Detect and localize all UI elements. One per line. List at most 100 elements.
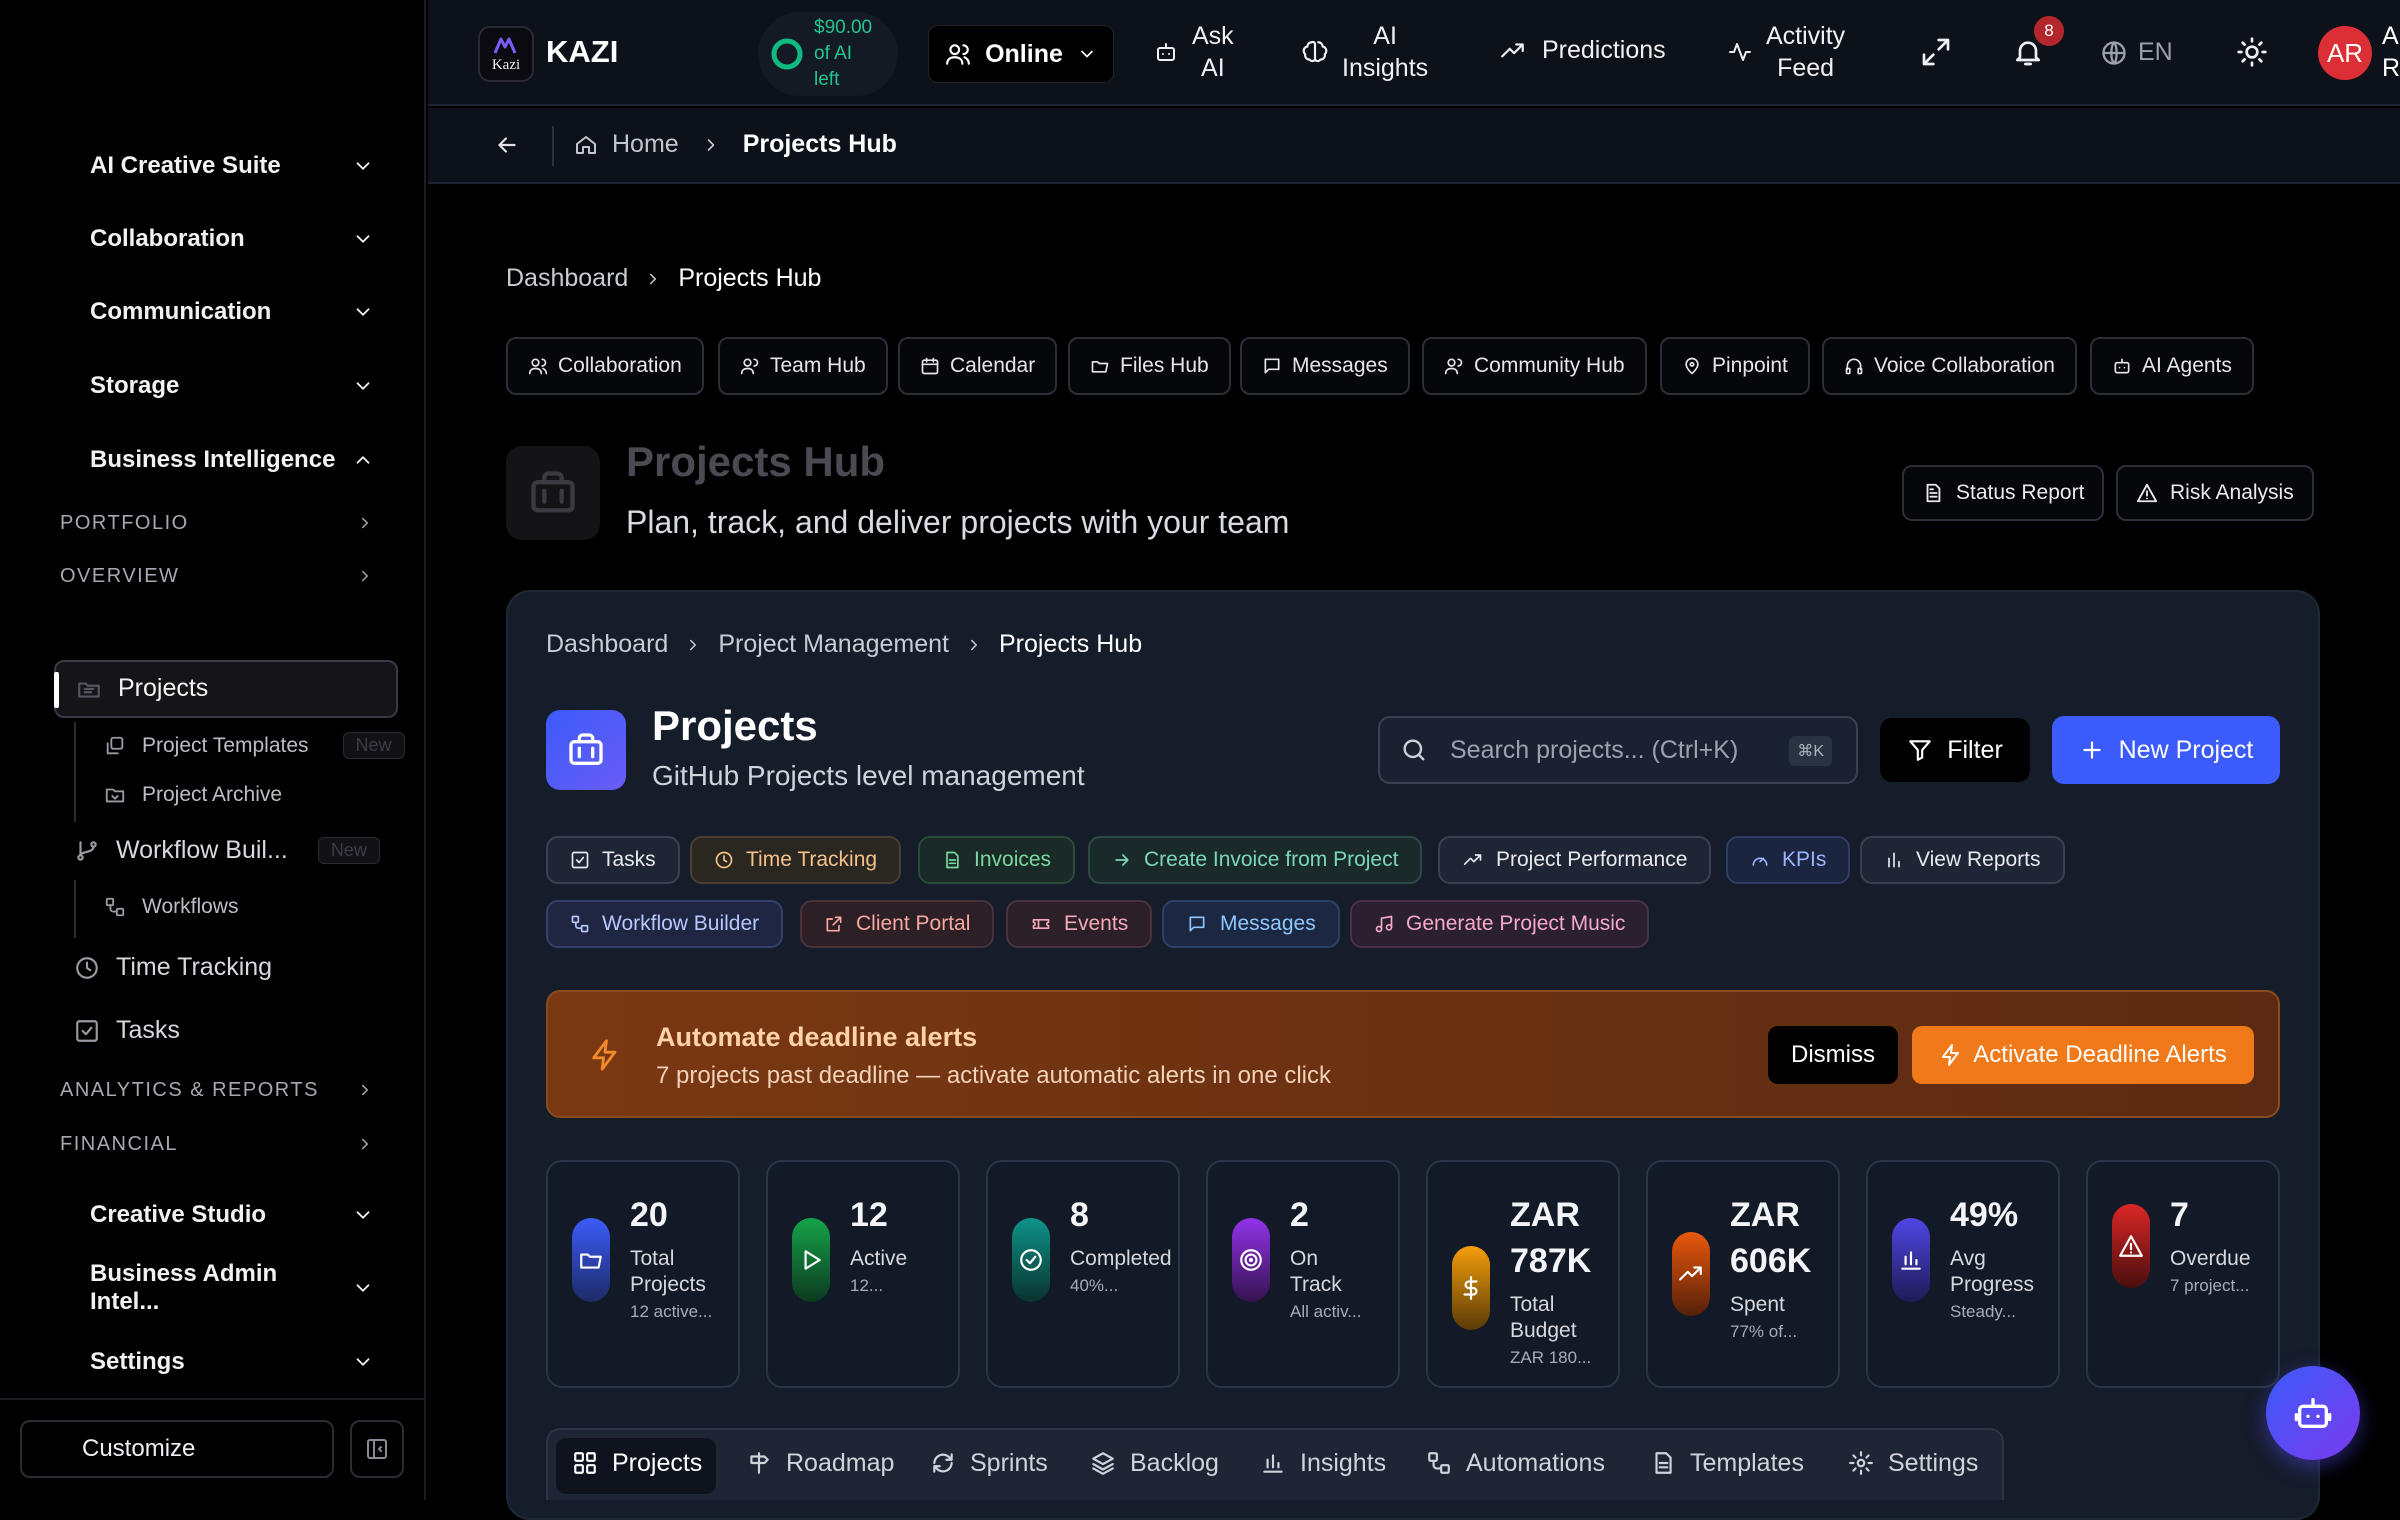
sidebar-group-creative-studio[interactable]: Creative Studio [90,1195,374,1235]
stat-card-total-budget[interactable]: ZAR 787K Total Budget ZAR 180... [1426,1160,1620,1388]
ai-assistant-fab[interactable] [2266,1366,2360,1460]
projects-logo [546,710,626,790]
collapse-sidebar-button[interactable] [350,1420,404,1478]
sidebar-item-workflows[interactable]: Workflows [104,895,238,919]
theme-toggle[interactable] [2236,36,2268,68]
risk-analysis-button[interactable]: Risk Analysis [2116,465,2314,521]
chip-calendar[interactable]: Calendar [898,337,1057,395]
sidebar-section-analytics[interactable]: ANALYTICS & REPORTS [60,1072,374,1108]
ai-credits-indicator[interactable]: $90.00 of AI left [758,12,898,96]
tab-projects[interactable]: Projects [556,1432,718,1494]
chip-label: Messages [1292,354,1388,378]
status-dropdown[interactable]: Online [928,25,1114,83]
back-button[interactable] [494,132,520,158]
pill-view-reports[interactable]: View Reports [1860,836,2065,884]
notifications-button[interactable]: 8 [2012,36,2044,68]
sidebar-group-storage[interactable]: Storage [90,366,374,406]
user-name[interactable]: A R [2382,20,2400,84]
panel-title: Projects [652,702,818,750]
pill-kpis[interactable]: KPIs [1726,836,1850,884]
pill-messages[interactable]: Messages [1162,900,1340,948]
sidebar-item-project-templates[interactable]: Project Templates New [104,732,405,759]
pill-tasks[interactable]: Tasks [546,836,680,884]
sidebar-group-collaboration[interactable]: Collaboration [90,219,374,259]
status-report-button[interactable]: Status Report [1902,465,2104,521]
language-selector[interactable]: EN [2100,38,2173,67]
git-branch-icon [74,838,100,864]
activate-alerts-button[interactable]: Activate Deadline Alerts [1912,1026,2254,1084]
pill-workflow-builder[interactable]: Workflow Builder [546,900,783,948]
pill-client-portal[interactable]: Client Portal [800,900,994,948]
chip-team-hub[interactable]: Team Hub [718,337,888,395]
predictions-button[interactable]: Predictions [1498,36,1666,65]
breadcrumb-dashboard-link[interactable]: Dashboard [506,264,628,293]
tab-templates[interactable]: Templates [1634,1432,1820,1494]
sidebar-item-tasks[interactable]: Tasks [74,1016,180,1045]
tab-sprints[interactable]: Sprints [914,1432,1064,1494]
dismiss-button[interactable]: Dismiss [1768,1026,1898,1084]
users-icon [945,41,971,67]
stat-card-completed[interactable]: 8 Completed 40%... [986,1160,1180,1388]
chip-messages[interactable]: Messages [1240,337,1410,395]
stat-card-overdue[interactable]: 7 Overdue 7 project... [2086,1160,2280,1388]
stat-card-on-track[interactable]: 2 On Track All activ... [1206,1160,1400,1388]
pill-time-tracking[interactable]: Time Tracking [690,836,901,884]
pill-invoices[interactable]: Invoices [918,836,1075,884]
shortcut-hint: ⌘K [1789,736,1832,766]
sidebar-section-financial[interactable]: FINANCIAL [60,1126,374,1162]
page-header-icon [506,446,600,540]
sidebar-item-projects[interactable]: Projects [54,660,398,718]
chip-files-hub[interactable]: Files Hub [1068,337,1231,395]
sidebar-group-communication[interactable]: Communication [90,292,374,332]
breadcrumb-dashboard-link[interactable]: Dashboard [546,630,668,659]
app-logo[interactable]: Kazi [478,26,534,82]
stat-card-spent[interactable]: ZAR 606K Spent 77% of... [1646,1160,1840,1388]
chip-community-hub[interactable]: Community Hub [1422,337,1647,395]
breadcrumb-project-management-link[interactable]: Project Management [718,630,949,659]
tab-automations[interactable]: Automations [1410,1432,1621,1494]
ai-insights-button[interactable]: AI Insights [1302,20,1428,84]
filter-button[interactable]: Filter [1880,718,2030,782]
stat-card-total-projects[interactable]: 20 Total Projects 12 active... [546,1160,740,1388]
tab-insights[interactable]: Insights [1244,1432,1402,1494]
sidebar-section-overview[interactable]: OVERVIEW [60,558,374,594]
tab-backlog[interactable]: Backlog [1074,1432,1235,1494]
chip-collaboration[interactable]: Collaboration [506,337,704,395]
user-avatar[interactable]: AR [2318,26,2372,80]
tab-settings[interactable]: Settings [1832,1432,1994,1494]
stat-card-avg-progress[interactable]: 49% Avg Progress Steady... [1866,1160,2060,1388]
sidebar-item-project-archive[interactable]: Project Archive [104,783,282,807]
breadcrumb-home-link[interactable]: Home [612,130,679,159]
search-input[interactable]: Search projects... (Ctrl+K) ⌘K [1378,716,1858,784]
sidebar-group-business-intelligence[interactable]: Business Intelligence [90,440,374,480]
activity-feed-button[interactable]: Activity Feed [1728,20,1845,84]
pill-events[interactable]: Events [1006,900,1152,948]
tab-roadmap[interactable]: Roadmap [730,1432,910,1494]
sidebar-group-ai-creative-suite[interactable]: AI Creative Suite [90,146,374,186]
sidebar-group-business-admin[interactable]: Business Admin Intel... [90,1268,374,1308]
pill-project-performance[interactable]: Project Performance [1438,836,1711,884]
sidebar-group-settings[interactable]: Settings [90,1342,374,1382]
new-project-button[interactable]: New Project [2052,716,2280,784]
activity-icon [1728,40,1752,64]
stat-card-active[interactable]: 12 Active 12... [766,1160,960,1388]
chip-label: Community Hub [1474,354,1625,378]
arrow-right-icon [1112,850,1132,870]
sidebar-item-label: Project Archive [142,783,282,807]
deadline-alert-banner: Automate deadline alerts 7 projects past… [546,990,2280,1118]
fullscreen-button[interactable] [1920,36,1952,68]
pill-generate-music[interactable]: Generate Project Music [1350,900,1649,948]
sidebar-item-workflow-builder[interactable]: Workflow Buil... New [74,836,380,865]
ask-ai-button[interactable]: Ask AI [1154,20,1234,84]
zap-icon [588,1038,622,1072]
stat-value: 606K [1730,1238,1811,1284]
chip-voice-collaboration[interactable]: Voice Collaboration [1822,337,2077,395]
chip-label: Files Hub [1120,354,1209,378]
sidebar-item-time-tracking[interactable]: Time Tracking [74,953,272,982]
pill-label: Time Tracking [746,848,877,872]
sidebar-section-portfolio[interactable]: PORTFOLIO [60,505,374,541]
customize-button[interactable]: Customize [20,1420,334,1478]
pill-create-invoice[interactable]: Create Invoice from Project [1088,836,1422,884]
chip-ai-agents[interactable]: AI Agents [2090,337,2254,395]
chip-pinpoint[interactable]: Pinpoint [1660,337,1810,395]
